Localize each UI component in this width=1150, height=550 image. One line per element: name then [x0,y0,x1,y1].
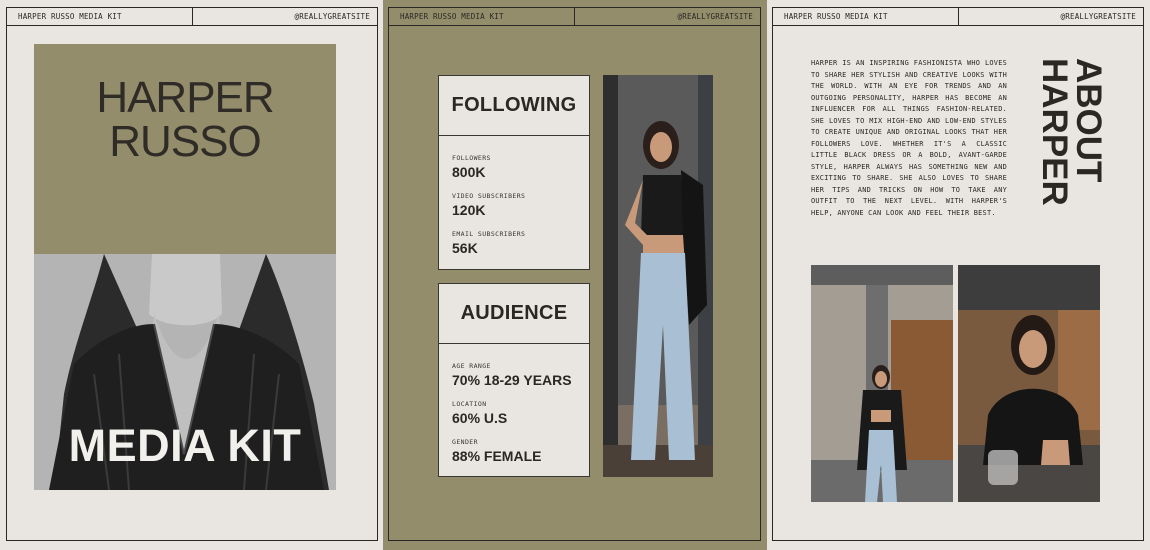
cover-name-first: HARPER [96,73,274,122]
stat-email-subscribers: EMAIL SUBSCRIBERS 56K [439,230,589,256]
cafe-seated-photo [958,265,1100,502]
header-divider [574,8,575,25]
header-website: @REALLYGREATSITE [677,12,753,21]
stat-value: 88% FEMALE [452,448,542,464]
header-divider [958,8,959,25]
audience-title: AUDIENCE [439,284,589,344]
about-heading: ABOUT HARPER [1033,58,1108,258]
stat-label: GENDER [452,438,478,446]
stat-location: LOCATION 60% U.S [439,400,589,426]
page-header: HARPER RUSSO MEDIA KIT @REALLYGREATSITE [7,8,377,26]
stats-page: HARPER RUSSO MEDIA KIT @REALLYGREATSITE … [383,0,767,550]
about-heading-line1: ABOUT [1069,58,1108,183]
stat-value: 56K [452,240,478,256]
cover-name-last: RUSSO [109,117,261,166]
about-bio: HARPER IS AN INSPIRING FASHIONISTA WHO L… [811,59,1007,217]
header-title: HARPER RUSSO MEDIA KIT [400,12,504,21]
stat-label: FOLLOWERS [452,154,491,162]
following-card: FOLLOWING FOLLOWERS 800K VIDEO SUBSCRIBE… [438,75,590,270]
doorway-portrait-photo [603,75,713,477]
stat-age-range: AGE RANGE 70% 18-29 YEARS [439,362,589,388]
page-header: HARPER RUSSO MEDIA KIT @REALLYGREATSITE [773,8,1143,26]
header-website: @REALLYGREATSITE [1060,12,1136,21]
following-title: FOLLOWING [439,76,589,136]
header-website: @REALLYGREATSITE [294,12,370,21]
cover-title: MEDIA KIT [68,420,302,471]
cafe-standing-photo [811,265,953,502]
stat-gender: GENDER 88% FEMALE [439,438,589,464]
page-header: HARPER RUSSO MEDIA KIT @REALLYGREATSITE [389,8,760,26]
stat-followers: FOLLOWERS 800K [439,154,589,180]
cover-name: HARPER RUSSO [34,76,336,164]
stat-label: EMAIL SUBSCRIBERS [452,230,526,238]
stat-value: 70% 18-29 YEARS [452,372,572,388]
header-title: HARPER RUSSO MEDIA KIT [784,12,888,21]
stat-value: 60% U.S [452,410,508,426]
cover-page: HARPER RUSSO MEDIA KIT @REALLYGREATSITE … [0,0,383,550]
stat-label: VIDEO SUBSCRIBERS [452,192,526,200]
header-divider [192,8,193,25]
about-page: HARPER RUSSO MEDIA KIT @REALLYGREATSITE … [767,0,1150,550]
stat-value: 120K [452,202,486,218]
header-title: HARPER RUSSO MEDIA KIT [18,12,122,21]
stat-value: 800K [452,164,486,180]
stat-label: AGE RANGE [452,362,491,370]
stat-video-subscribers: VIDEO SUBSCRIBERS 120K [439,192,589,218]
audience-card: AUDIENCE AGE RANGE 70% 18-29 YEARS LOCAT… [438,283,590,477]
stat-label: LOCATION [452,400,487,408]
about-heading-line2: HARPER [1035,58,1074,206]
